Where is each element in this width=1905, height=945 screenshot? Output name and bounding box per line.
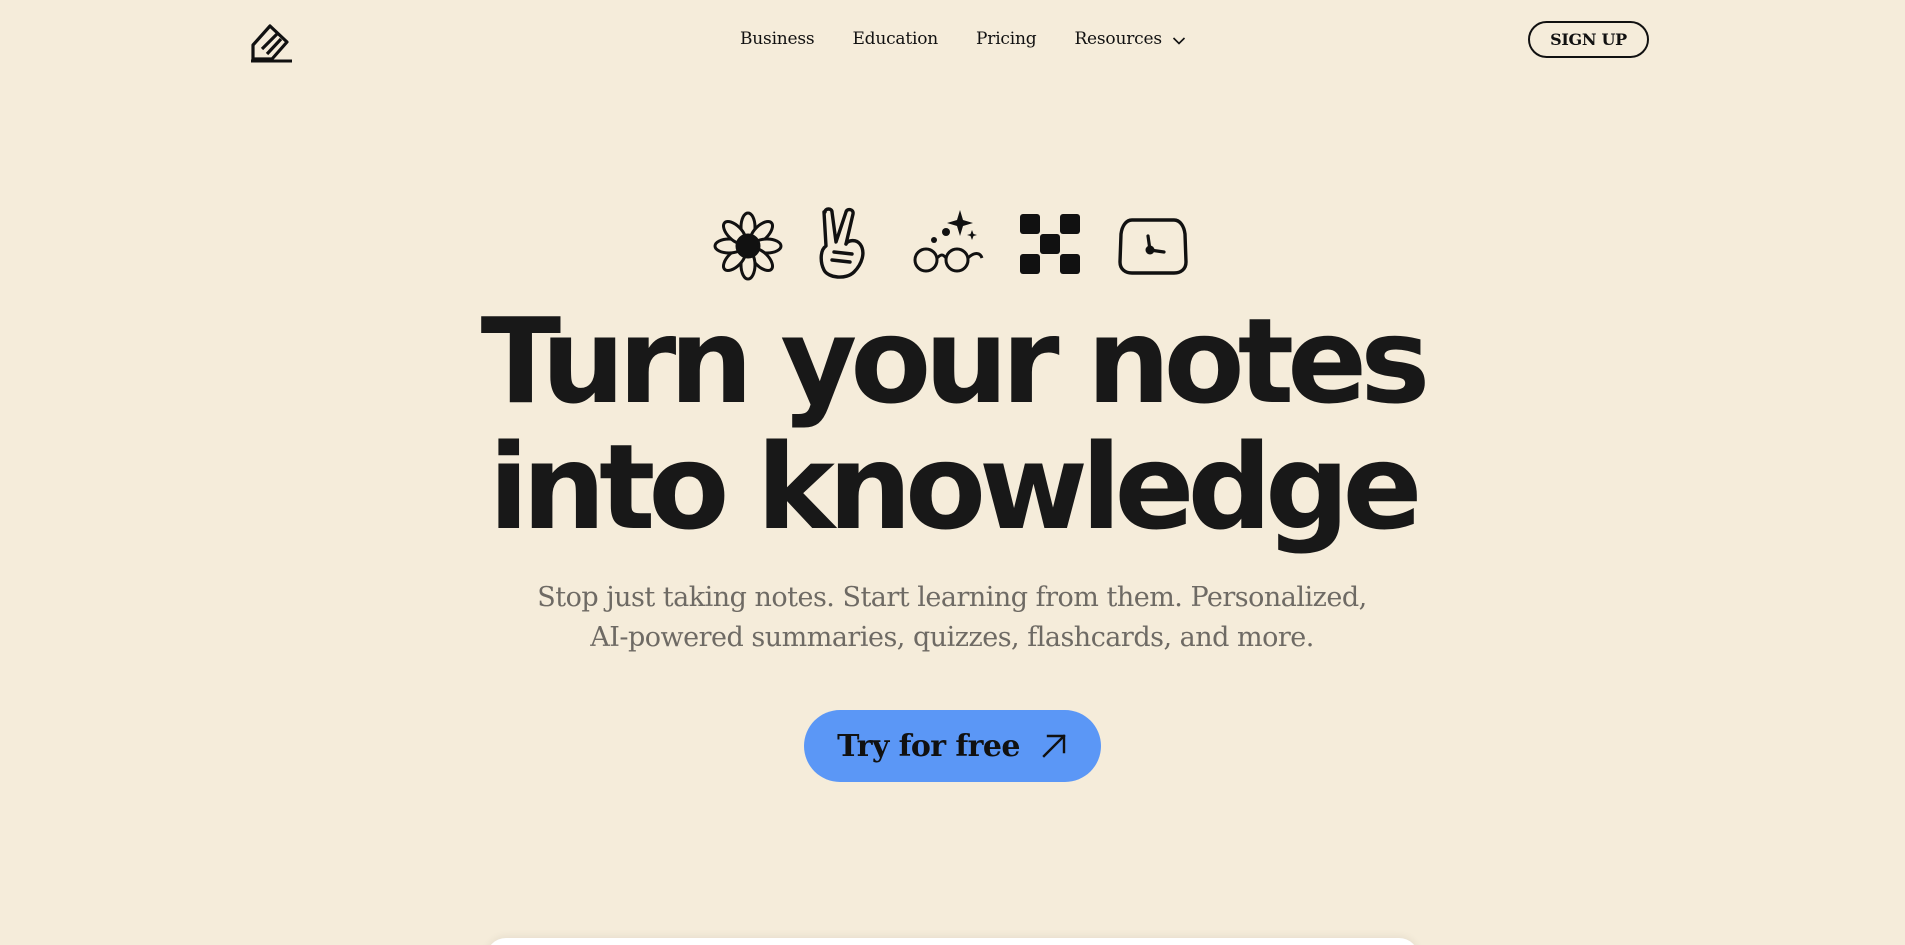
hero-headline-line-2: into knowledge <box>488 418 1422 556</box>
nav-link-business[interactable]: Business <box>740 29 815 49</box>
nav-link-resources-label: Resources <box>1074 29 1162 49</box>
app-preview-card <box>486 938 1419 945</box>
sparkle-glasses-icon <box>913 210 984 273</box>
hero-subtitle: Stop just taking notes. Start learning f… <box>452 578 1452 658</box>
hero-headline-line-1: Turn your notes <box>480 292 1431 430</box>
checker-icon <box>1020 214 1080 274</box>
peace-hand-icon <box>819 207 865 279</box>
hero-headline: Turn your notes into knowledge <box>402 298 1502 550</box>
try-for-free-button[interactable]: Try for free <box>804 710 1101 782</box>
arrow-up-right-icon <box>1042 734 1066 758</box>
logo-icon[interactable] <box>250 21 294 63</box>
nav-links: Business Education Pricing Resources <box>740 27 1186 51</box>
hero-subtitle-line-1: Stop just taking notes. Start learning f… <box>537 582 1367 613</box>
clock-icon <box>1118 218 1188 275</box>
top-nav: Business Education Pricing Resources SIG… <box>0 0 1905 80</box>
chevron-down-icon <box>1172 36 1185 45</box>
nav-link-education[interactable]: Education <box>852 29 938 49</box>
nav-link-pricing[interactable]: Pricing <box>976 29 1037 49</box>
sign-up-button[interactable]: SIGN UP <box>1528 21 1649 58</box>
hero-subtitle-line-2: AI-powered summaries, quizzes, flashcard… <box>590 622 1314 653</box>
nav-link-resources[interactable]: Resources <box>1074 29 1185 49</box>
hero-icons <box>712 206 1196 282</box>
flower-icon <box>713 211 783 281</box>
try-for-free-label: Try for free <box>837 728 1020 764</box>
